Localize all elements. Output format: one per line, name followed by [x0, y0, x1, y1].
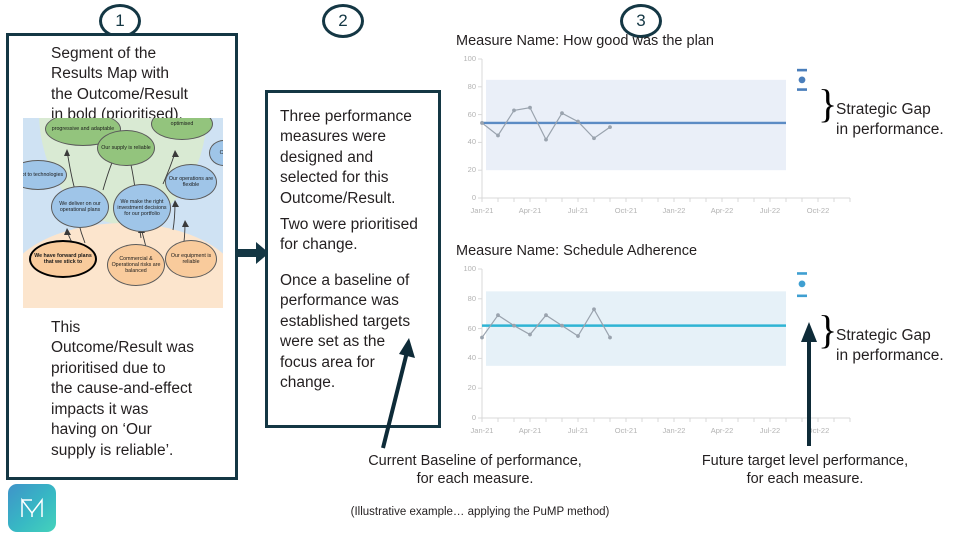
y-tick-label: 80 — [467, 81, 476, 91]
y-tick-label: 100 — [463, 264, 476, 273]
step-number: 1 — [115, 11, 125, 30]
logo-m-icon — [21, 497, 43, 517]
step-number: 3 — [636, 11, 646, 30]
y-tick-label: 60 — [467, 323, 476, 333]
map-node: Commercial & Operational risks are balan… — [107, 244, 165, 286]
x-tick-label: Jul-22 — [759, 426, 781, 435]
x-tick-label: Jul-22 — [759, 206, 781, 215]
chart-svg — [478, 58, 851, 202]
panel2-paragraph-1: Three performance measures were designed… — [280, 108, 412, 207]
performance-band — [486, 79, 786, 171]
brand-logo — [8, 484, 56, 532]
footer-note: (Illustrative example… applying the PuMP… — [350, 506, 610, 518]
map-node: Our operations are flexible — [165, 164, 217, 200]
y-tick-label: 40 — [467, 137, 476, 147]
caption-target: Future target level performance, for eac… — [701, 453, 909, 488]
x-tick-label: Oct-21 — [614, 426, 638, 435]
brace-text: } — [818, 81, 838, 126]
step-number: 2 — [338, 11, 348, 30]
step-circle-2: 2 — [322, 4, 364, 38]
results-map-image: progressive and adaptable Our supply is … — [23, 118, 223, 308]
data-point — [480, 121, 484, 125]
caption-baseline: Current Baseline of performance, for eac… — [368, 453, 582, 488]
data-point — [512, 108, 516, 113]
data-point — [528, 332, 532, 337]
x-tick-label: Oct-22 — [806, 206, 830, 215]
y-tick-label: 100 — [463, 54, 476, 63]
chart-block-1: Measure Name: How good was the plan 0 20 4… — [456, 33, 856, 228]
map-node: We deliver on our operational plans — [51, 186, 109, 228]
strategic-gap-label-2: Strategic Gap in performance. — [836, 327, 944, 365]
data-point — [496, 133, 500, 138]
data-point — [480, 335, 484, 340]
x-tick-label: Apr-22 — [710, 426, 734, 435]
x-tick-label: Apr-22 — [710, 206, 734, 215]
data-point — [560, 111, 564, 116]
brace-glyph-1: } — [818, 84, 837, 124]
data-point — [560, 323, 564, 328]
y-tick-label: 80 — [467, 293, 476, 303]
data-point — [608, 125, 612, 130]
y-tick-label: 0 — [471, 193, 476, 202]
map-node-prioritised: We have forward plans that we stick to — [29, 240, 97, 278]
x-tick-label: Apr-21 — [518, 206, 542, 215]
data-point — [592, 307, 596, 312]
chart-plot-1: 0 20 40 60 80 100 Jan-21 Apr-21 Jul-21 Oct-21 Jan-… — [456, 53, 856, 228]
x-tick-label: Apr-21 — [518, 426, 542, 435]
data-point — [512, 323, 516, 328]
x-tick-label: Jan-21 — [470, 426, 494, 435]
performance-band — [486, 291, 786, 366]
y-tick-label: 40 — [467, 353, 476, 363]
y-tick-label: 60 — [467, 109, 476, 119]
map-node: We make the right investment decisions f… — [113, 184, 171, 232]
panel-results-map: Segment of the Results Map with the Outc… — [6, 33, 238, 480]
map-node: Our supply is reliable — [97, 130, 155, 166]
x-tick-label: Jan-21 — [470, 206, 494, 215]
chart-title-2: Measure Name: Schedule Adherence — [456, 243, 698, 259]
y-tick-label: 0 — [471, 413, 476, 422]
x-tick-label: Jul-21 — [567, 426, 589, 435]
x-tick-label: Oct-21 — [614, 206, 638, 215]
chart-title-1: Measure Name: How good was the plan — [456, 33, 714, 49]
y-tick-label: 20 — [467, 383, 476, 393]
y-tick-label: 20 — [467, 165, 476, 175]
target-point — [798, 76, 806, 84]
map-node: Our equipment is reliable — [165, 240, 217, 278]
panel1-bottom-text: This Outcome/Result was prioritised due … — [51, 319, 194, 459]
x-tick-label: Jan-22 — [662, 426, 686, 435]
data-point — [544, 313, 548, 318]
panel2-paragraph-2: Two were prioritised for change. — [280, 216, 418, 254]
slide-canvas: 1 2 3 Segment of the Results Map with th… — [0, 0, 960, 540]
strategic-gap-label-1: Strategic Gap in performance. — [836, 101, 944, 139]
target-point — [798, 280, 806, 288]
panel1-top-text: Segment of the Results Map with the Outc… — [51, 45, 188, 124]
data-point — [608, 335, 612, 340]
data-point — [544, 137, 548, 142]
x-tick-label: Jul-21 — [567, 206, 589, 215]
data-point — [576, 334, 580, 338]
x-tick-label: Jan-22 — [662, 206, 686, 215]
data-point — [528, 105, 532, 110]
data-point — [576, 119, 580, 124]
target-callout-arrow-icon — [801, 322, 817, 446]
baseline-callout-arrow-icon — [381, 338, 415, 449]
data-point — [496, 313, 500, 318]
data-point — [592, 136, 596, 141]
